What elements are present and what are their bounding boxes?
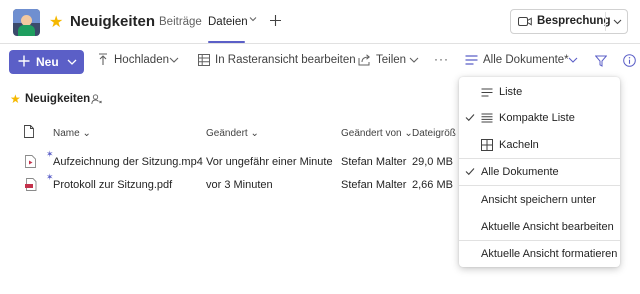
meet-button[interactable]: Besprechung xyxy=(510,9,628,34)
meet-button-label: Besprechung xyxy=(537,15,611,27)
file-size: 29,0 MB xyxy=(412,156,453,168)
menu-item-label: Aktuelle Ansicht bearbeiten xyxy=(481,221,614,233)
new-button-label: Neu xyxy=(36,55,59,69)
menu-divider xyxy=(459,185,620,186)
view-selector-button[interactable]: Alle Dokumente* xyxy=(483,54,569,66)
column-header-modified-label: Geändert xyxy=(206,128,248,139)
info-icon[interactable] xyxy=(623,54,636,67)
tab-beitraege[interactable]: Beiträge xyxy=(159,16,202,28)
new-button[interactable]: Neu xyxy=(9,50,84,74)
file-modified: vor 3 Minuten xyxy=(206,179,273,191)
column-header-name-label: Name xyxy=(53,128,80,139)
channel-title: Neuigkeiten xyxy=(70,13,156,30)
library-title: Neuigkeiten xyxy=(25,93,91,105)
file-modified-by[interactable]: Stefan Malter xyxy=(341,156,406,168)
team-avatar[interactable] xyxy=(13,9,40,36)
menu-item-edit-current-view[interactable]: Aktuelle Ansicht bearbeiten xyxy=(459,214,620,240)
menu-item-liste[interactable]: Liste xyxy=(459,79,620,105)
share-chevron-down-icon[interactable] xyxy=(409,57,419,63)
column-header-modified-by[interactable]: Geändert von ⌄ xyxy=(341,128,413,139)
upload-chevron-down-icon[interactable] xyxy=(169,57,179,63)
new-chevron-down-icon xyxy=(67,59,77,65)
menu-item-label: Kacheln xyxy=(499,139,539,151)
command-bar: Neu Hochladen In Rasteransicht bearbeite… xyxy=(0,45,640,77)
menu-item-label: Liste xyxy=(499,86,523,98)
column-header-name[interactable]: Name ⌄ xyxy=(53,128,91,139)
column-header-modified-by-label: Geändert von xyxy=(341,128,402,139)
grid-view-icon[interactable] xyxy=(198,54,210,66)
video-camera-icon xyxy=(518,16,532,27)
compact-list-icon xyxy=(481,113,493,123)
library-favorite-star-icon[interactable]: ★ xyxy=(10,92,21,106)
menu-item-label: Aktuelle Ansicht formatieren xyxy=(481,248,618,260)
view-options-menu: Liste Kompakte Liste Kacheln Alle Dokume… xyxy=(459,77,620,267)
share-icon[interactable] xyxy=(358,54,371,66)
channel-header: ★ Neuigkeiten Beiträge Dateien Besprechu… xyxy=(0,0,640,44)
pdf-file-icon xyxy=(25,178,37,191)
menu-item-kompakte-liste[interactable]: Kompakte Liste xyxy=(459,105,620,131)
favorite-star-icon[interactable]: ★ xyxy=(49,12,63,32)
tiles-icon xyxy=(481,139,493,151)
share-button[interactable]: Teilen xyxy=(376,54,406,66)
menu-item-save-view-as[interactable]: Ansicht speichern unter xyxy=(459,187,620,213)
file-size: 2,66 MB xyxy=(412,179,453,191)
more-options-button[interactable]: ··· xyxy=(434,52,449,66)
upload-icon[interactable] xyxy=(98,53,108,66)
menu-item-label: Alle Dokumente xyxy=(481,166,559,178)
view-list-icon[interactable] xyxy=(465,55,478,65)
video-file-icon xyxy=(25,155,36,168)
file-modified-by[interactable]: Stefan Malter xyxy=(341,179,406,191)
checkmark-icon xyxy=(465,167,475,176)
active-tab-indicator xyxy=(208,41,245,43)
menu-item-kacheln[interactable]: Kacheln xyxy=(459,132,620,158)
tab-dateien[interactable]: Dateien xyxy=(208,16,248,28)
file-name[interactable]: Aufzeichnung der Sitzung.mp4 xyxy=(53,156,203,168)
filter-icon[interactable] xyxy=(595,55,607,67)
list-icon xyxy=(481,88,493,97)
add-tab-icon[interactable] xyxy=(269,14,282,27)
column-header-modified[interactable]: Geändert ⌄ xyxy=(206,128,259,139)
checkmark-icon xyxy=(465,113,475,122)
menu-item-alle-dokumente[interactable]: Alle Dokumente xyxy=(459,159,620,185)
menu-item-format-current-view[interactable]: Aktuelle Ansicht formatieren xyxy=(459,241,620,267)
file-type-header-icon[interactable] xyxy=(24,125,34,138)
menu-item-label: Ansicht speichern unter xyxy=(481,194,596,206)
meet-chevron-down-icon[interactable] xyxy=(613,19,622,25)
file-name[interactable]: Protokoll zur Sitzung.pdf xyxy=(53,179,172,191)
tab-chevron-down-icon[interactable] xyxy=(249,15,257,23)
file-modified: Vor ungefähr einer Minute xyxy=(206,156,333,168)
meet-button-divider xyxy=(605,12,606,31)
upload-button[interactable]: Hochladen xyxy=(114,54,169,66)
members-icon[interactable] xyxy=(91,94,103,105)
edit-grid-view-button[interactable]: In Rasteransicht bearbeiten xyxy=(215,54,356,66)
menu-item-label: Kompakte Liste xyxy=(499,112,575,124)
view-chevron-down-icon[interactable] xyxy=(568,57,578,63)
column-header-size[interactable]: Dateigröße xyxy=(412,128,456,139)
plus-icon xyxy=(18,55,30,67)
